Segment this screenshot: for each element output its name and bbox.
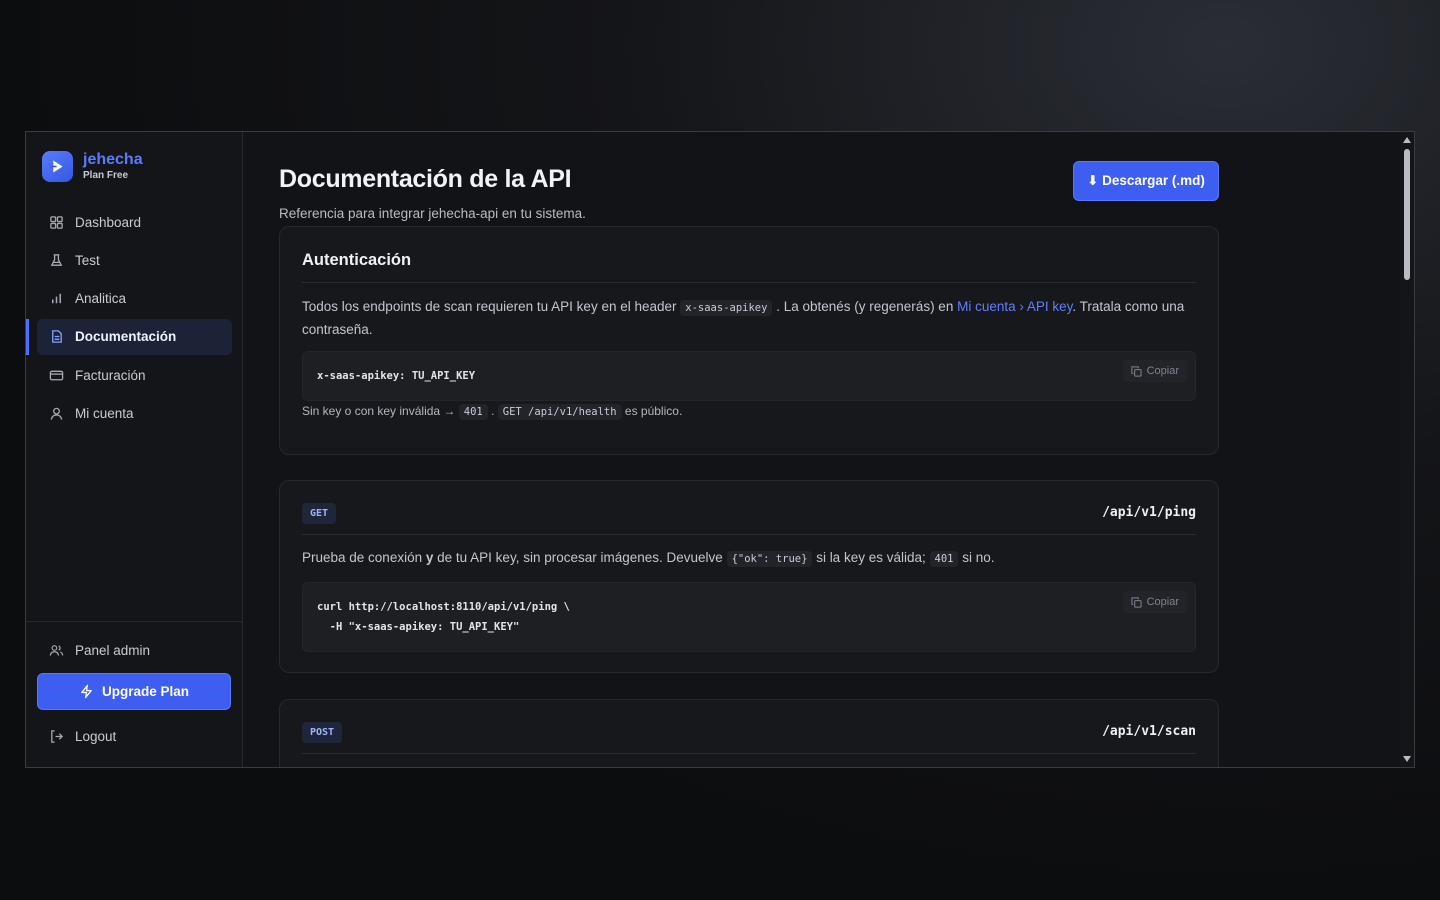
- auth-code: x-saas-apikey: TU_API_KEY: [317, 370, 476, 382]
- lightning-icon: [79, 684, 94, 699]
- copy-label: Copiar: [1146, 596, 1179, 608]
- sidebar-nav: Dashboard Test Analitica Documentación F…: [26, 204, 232, 434]
- upgrade-plan-label: Upgrade Plan: [101, 684, 190, 699]
- ping-code: curl http://localhost:8110/api/v1/ping \…: [317, 601, 570, 633]
- header-code: x-saas-apikey: [680, 300, 773, 316]
- sidebar-item-label: Test: [75, 252, 100, 268]
- logout-icon: [49, 729, 64, 744]
- sidebar-item-analitica[interactable]: Analitica: [37, 281, 232, 317]
- endpoint-card-scan: POST /api/v1/scan: [279, 699, 1219, 767]
- divider: [302, 753, 1196, 754]
- active-indicator: [26, 318, 29, 355]
- copy-button[interactable]: Copiar: [1122, 360, 1187, 382]
- sidebar-item-label: Mi cuenta: [75, 405, 134, 421]
- sidebar-item-documentacion[interactable]: Documentación: [26, 318, 232, 355]
- sidebar-item-test[interactable]: Test: [37, 242, 232, 278]
- sidebar-item-facturacion[interactable]: Facturación: [37, 357, 232, 393]
- divider: [302, 282, 1196, 283]
- sidebar-item-label: Documentación: [75, 329, 177, 345]
- method-badge: POST: [302, 722, 343, 743]
- api-key-link[interactable]: Mi cuenta › API key: [957, 299, 1072, 314]
- sidebar-item-label: Facturación: [75, 367, 146, 383]
- brand-logo-icon: [42, 151, 73, 182]
- brand-plan: Plan Free: [83, 170, 129, 181]
- scrollbar[interactable]: [1400, 132, 1414, 767]
- user-icon: [49, 406, 64, 421]
- scrollbar-thumb[interactable]: [1404, 149, 1410, 280]
- page-subtitle: Referencia para integrar jehecha-api en …: [279, 206, 586, 221]
- logout-button[interactable]: Logout: [37, 718, 232, 754]
- grid-icon: [49, 215, 64, 230]
- endpoint-path: /api/v1/ping: [1102, 505, 1196, 520]
- sidebar-item-label: Dashboard: [75, 214, 142, 230]
- auth-description: Todos los endpoints de scan requieren tu…: [302, 299, 1185, 337]
- copy-label: Copiar: [1146, 365, 1179, 377]
- sidebar-item-dashboard[interactable]: Dashboard: [37, 204, 232, 240]
- upgrade-plan-button[interactable]: Upgrade Plan: [37, 673, 231, 710]
- auth-code-block: x-saas-apikey: TU_API_KEY Copiar: [302, 351, 1196, 401]
- credit-card-icon: [49, 368, 64, 383]
- bar-chart-icon: [49, 291, 64, 306]
- auth-card: Autenticación Todos los endpoints de sca…: [279, 226, 1219, 455]
- ping-description: Prueba de conexión y de tu API key, sin …: [302, 550, 995, 567]
- auth-note: Sin key o con key inválida → 401 . GET /…: [302, 404, 683, 420]
- app-window: jehecha Plan Free Dashboard Test Analiti…: [25, 131, 1415, 768]
- scroll-up-arrow-icon[interactable]: [1403, 137, 1411, 143]
- brand[interactable]: jehecha Plan Free: [42, 151, 143, 182]
- brand-name: jehecha: [83, 151, 143, 168]
- sidebar-item-label: Analitica: [75, 291, 127, 307]
- logout-label: Logout: [75, 728, 117, 744]
- divider: [302, 534, 1196, 535]
- sidebar-item-mi-cuenta[interactable]: Mi cuenta: [37, 395, 232, 431]
- download-md-button[interactable]: ⬇ Descargar (.md): [1073, 161, 1219, 201]
- sidebar: jehecha Plan Free Dashboard Test Analiti…: [26, 132, 243, 767]
- page-title: Documentación de la API: [279, 165, 572, 193]
- copy-icon: [1131, 365, 1142, 377]
- sidebar-item-label: Panel admin: [75, 642, 151, 658]
- main-content: Documentación de la API Referencia para …: [243, 132, 1414, 767]
- ping-code-block: curl http://localhost:8110/api/v1/ping \…: [302, 582, 1196, 652]
- users-icon: [49, 643, 64, 658]
- method-badge: GET: [302, 503, 337, 524]
- endpoint-path: /api/v1/scan: [1102, 724, 1196, 739]
- copy-button[interactable]: Copiar: [1122, 591, 1187, 613]
- auth-section-title: Autenticación: [302, 251, 412, 269]
- document-icon: [49, 329, 64, 344]
- sidebar-footer: Panel admin Upgrade Plan Logout: [26, 621, 242, 744]
- sidebar-item-panel-admin[interactable]: Panel admin: [37, 632, 232, 668]
- flask-icon: [49, 253, 64, 268]
- endpoint-card-ping: GET /api/v1/ping Prueba de conexión y de…: [279, 480, 1219, 673]
- copy-icon: [1131, 596, 1142, 608]
- scroll-down-arrow-icon[interactable]: [1403, 756, 1411, 762]
